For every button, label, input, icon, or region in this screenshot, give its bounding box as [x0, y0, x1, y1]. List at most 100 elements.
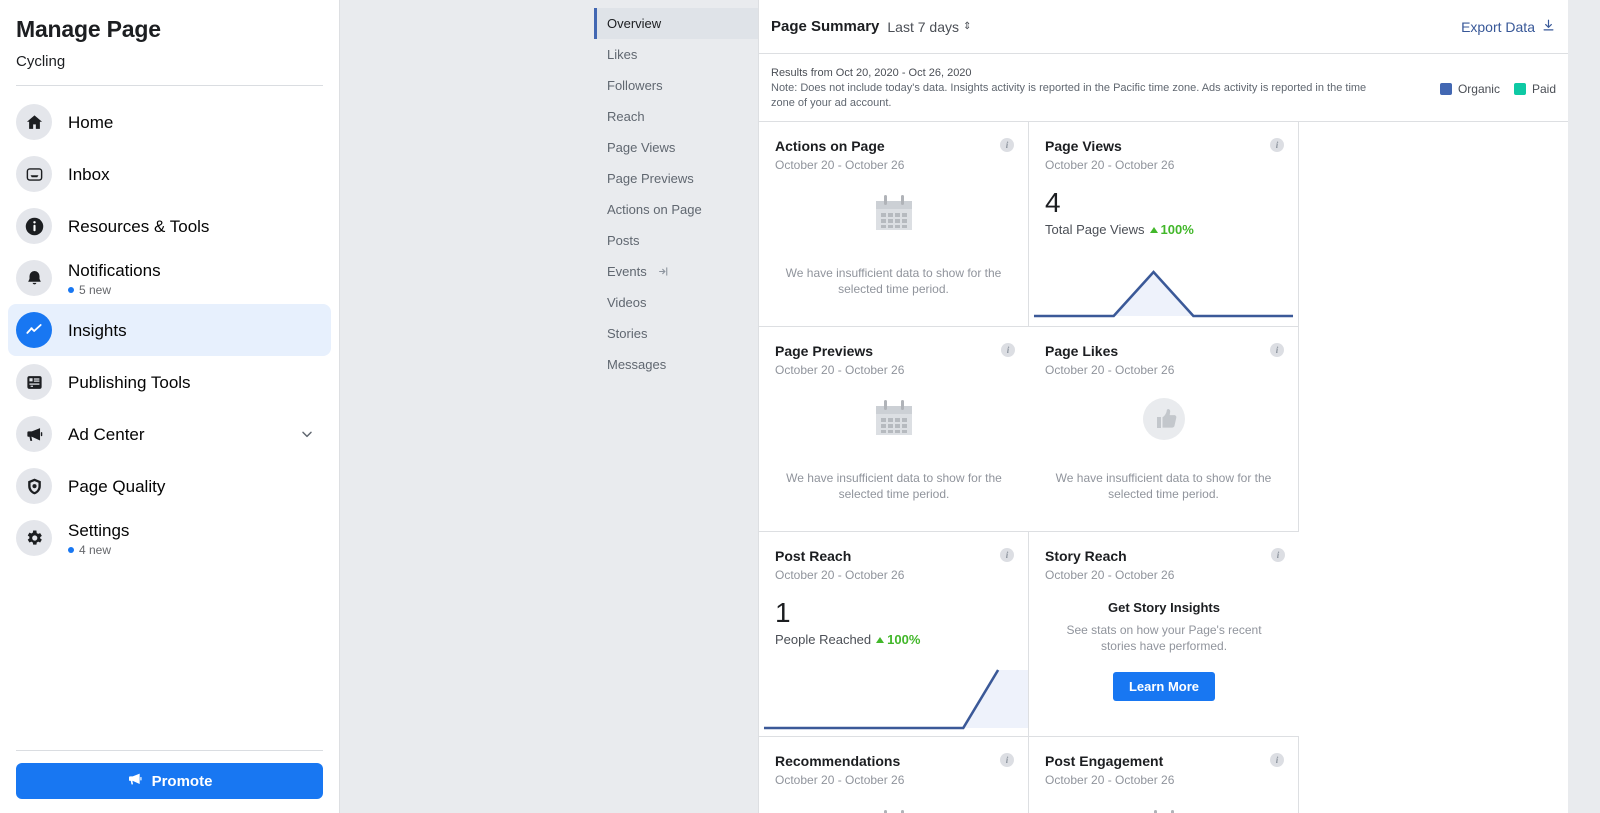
card-title: Page Views	[1045, 138, 1282, 155]
subnav-item-posts[interactable]: Posts	[594, 225, 758, 256]
sidebar-item-resources-tools[interactable]: Resources & Tools	[8, 200, 331, 252]
card-post-engagement[interactable]: Post Engagement October 20 - October 26 …	[1029, 737, 1299, 813]
subnav-item-overview[interactable]: Overview	[594, 8, 758, 39]
card-date: October 20 - October 26	[1045, 363, 1282, 377]
subnav-label: Page Views	[607, 140, 675, 155]
card-page-views[interactable]: Page Views October 20 - October 26 i 4 T…	[1029, 122, 1299, 327]
empty-state: We have insufficient data to show for th…	[1045, 395, 1282, 502]
sidebar-divider	[16, 85, 323, 86]
subnav-item-followers[interactable]: Followers	[594, 70, 758, 101]
page-summary-title: Page Summary	[771, 18, 879, 35]
subnav-label: Likes	[607, 47, 637, 62]
subnav-item-actions-on-page[interactable]: Actions on Page	[594, 194, 758, 225]
card-title: Page Previews	[775, 343, 1013, 360]
subnav-item-stories[interactable]: Stories	[594, 318, 758, 349]
subnav-label: Actions on Page	[607, 202, 702, 217]
card-post-reach[interactable]: Post Reach October 20 - October 26 i 1 P…	[759, 532, 1029, 737]
card-delta-value: 100%	[1161, 222, 1194, 237]
info-icon[interactable]: i	[1000, 753, 1014, 767]
card-date: October 20 - October 26	[1045, 773, 1282, 787]
subnav-label: Followers	[607, 78, 663, 93]
date-range-label: Last 7 days	[887, 19, 959, 35]
subnav-label: Videos	[607, 295, 647, 310]
legend-label: Paid	[1532, 82, 1556, 96]
card-title: Actions on Page	[775, 138, 1012, 155]
triangle-up-icon	[876, 637, 884, 643]
notification-dot	[68, 547, 74, 553]
download-icon	[1541, 18, 1556, 36]
subnav-item-messages[interactable]: Messages	[594, 349, 758, 380]
card-delta: 100%	[1150, 222, 1194, 237]
card-title: Page Likes	[1045, 343, 1282, 360]
card-metric-row: Total Page Views 100%	[1045, 222, 1282, 237]
export-data-label: Export Data	[1461, 19, 1535, 35]
info-icon[interactable]: i	[1270, 753, 1284, 767]
sidebar-item-settings[interactable]: Settings 4 new	[8, 512, 331, 564]
info-icon[interactable]: i	[1000, 138, 1014, 152]
card-metric-label: People Reached	[775, 632, 871, 647]
manage-page-sidebar: Manage Page Cycling Home Inbox	[0, 0, 340, 813]
info-icon[interactable]: i	[1271, 548, 1285, 562]
sidebar-item-badge: 5 new	[68, 283, 323, 297]
calendar-icon	[1140, 805, 1188, 813]
page-views-sparkline-chart	[1029, 254, 1298, 326]
info-icon[interactable]: i	[1270, 138, 1284, 152]
page-name: Cycling	[16, 52, 323, 72]
card-title: Recommendations	[775, 753, 1012, 770]
card-actions-on-page[interactable]: Actions on Page October 20 - October 26 …	[759, 122, 1029, 327]
subnav-label: Reach	[607, 109, 645, 124]
card-page-likes[interactable]: Page Likes October 20 - October 26 i We …	[1029, 327, 1299, 532]
learn-more-button[interactable]: Learn More	[1113, 672, 1215, 701]
promote-button[interactable]: Promote	[16, 763, 323, 799]
info-icon[interactable]: i	[1000, 548, 1014, 562]
card-title: Post Reach	[775, 548, 1012, 565]
insights-chart-icon	[16, 312, 52, 348]
card-title: Post Engagement	[1045, 753, 1282, 770]
card-recommendations[interactable]: Recommendations October 20 - October 26 …	[759, 737, 1029, 813]
sidebar-item-label: Ad Center	[68, 424, 299, 445]
empty-state: We have insufficient data to show for th…	[775, 395, 1013, 502]
card-page-previews[interactable]: Page Previews October 20 - October 26 i …	[759, 327, 1029, 532]
export-data-button[interactable]: Export Data	[1461, 18, 1556, 36]
legend-item-organic: Organic	[1440, 82, 1500, 96]
subnav-item-reach[interactable]: Reach	[594, 101, 758, 132]
subnav-item-events[interactable]: Events	[594, 256, 758, 287]
subnav-item-page-previews[interactable]: Page Previews	[594, 163, 758, 194]
legend-label: Organic	[1458, 82, 1500, 96]
sidebar-item-page-quality[interactable]: Page Quality	[8, 460, 331, 512]
sidebar-item-label: Publishing Tools	[68, 372, 323, 393]
card-value: 4	[1045, 186, 1282, 220]
post-reach-sparkline-chart	[759, 664, 1028, 736]
sidebar-item-publishing-tools[interactable]: Publishing Tools	[8, 356, 331, 408]
sidebar-item-label: Home	[68, 112, 323, 133]
shield-icon	[16, 468, 52, 504]
page-root: Manage Page Cycling Home Inbox	[0, 0, 1600, 813]
page-title: Manage Page	[16, 14, 323, 44]
sidebar-item-notifications[interactable]: Notifications 5 new	[8, 252, 331, 304]
sidebar-item-insights[interactable]: Insights	[8, 304, 331, 356]
right-rail	[1568, 0, 1600, 813]
badge-text: 5 new	[79, 283, 111, 297]
chevron-down-icon[interactable]	[299, 426, 323, 442]
insights-overview-panel: Page Summary Last 7 days ⇕ Export Data R…	[758, 0, 1568, 813]
bell-icon	[16, 260, 52, 296]
subnav-item-likes[interactable]: Likes	[594, 39, 758, 70]
sidebar-item-home[interactable]: Home	[8, 96, 331, 148]
card-date: October 20 - October 26	[775, 773, 1012, 787]
card-date: October 20 - October 26	[775, 568, 1012, 582]
date-range-selector[interactable]: Last 7 days ⇕	[887, 19, 971, 35]
promo-title: Get Story Insights	[1045, 600, 1283, 615]
sidebar-item-label: Notifications	[68, 260, 323, 281]
card-story-reach[interactable]: Story Reach October 20 - October 26 i Ge…	[1029, 532, 1299, 737]
sidebar-item-ad-center[interactable]: Ad Center	[8, 408, 331, 460]
legend-swatch-paid	[1514, 83, 1526, 95]
sidebar-item-inbox[interactable]: Inbox	[8, 148, 331, 200]
card-date: October 20 - October 26	[775, 363, 1013, 377]
info-icon[interactable]: i	[1270, 343, 1284, 357]
subnav-item-page-views[interactable]: Page Views	[594, 132, 758, 163]
card-value: 1	[775, 596, 1012, 630]
insights-subnav: Overview Likes Followers Reach Page View…	[594, 0, 758, 813]
results-text: Results from Oct 20, 2020 - Oct 26, 2020…	[771, 66, 1391, 111]
subnav-item-videos[interactable]: Videos	[594, 287, 758, 318]
info-icon[interactable]: i	[1001, 343, 1015, 357]
